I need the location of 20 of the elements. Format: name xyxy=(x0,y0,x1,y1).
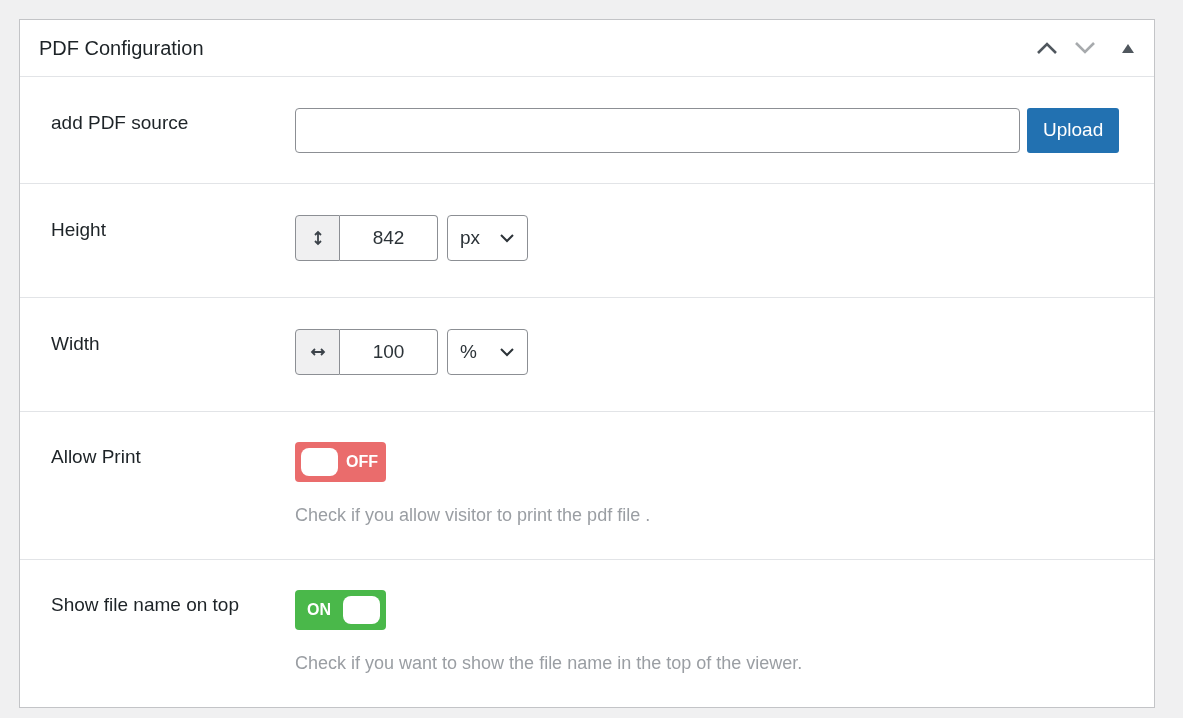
upload-button[interactable]: Upload xyxy=(1027,108,1120,153)
chevron-up-icon[interactable] xyxy=(1036,41,1058,55)
field-label: add PDF source xyxy=(51,112,189,133)
chevron-down-icon xyxy=(499,347,515,357)
field-label: Height xyxy=(51,219,106,240)
unit-dropdown[interactable]: px xyxy=(447,215,528,261)
help-text: Check if you want to show the file name in the top of the viewer. xyxy=(295,652,803,675)
vertical-arrows-icon xyxy=(295,215,340,261)
panel-title: PDF Configuration xyxy=(39,36,204,61)
dimension-field[interactable]: 842 xyxy=(340,215,438,261)
pdf-source-field[interactable] xyxy=(295,108,1020,153)
unit-dropdown[interactable]: % xyxy=(447,329,528,375)
field-label: Width xyxy=(51,333,100,354)
field-label: Allow Print xyxy=(51,446,141,467)
field-label: Show file name on top xyxy=(51,594,239,615)
triangle-up-icon[interactable] xyxy=(1122,43,1134,53)
dimension-field[interactable]: 100 xyxy=(340,329,438,375)
help-text: Check if you allow visitor to print the pdf file . xyxy=(295,504,651,527)
chevron-down-icon xyxy=(499,233,515,243)
horizontal-arrows-icon xyxy=(295,329,340,375)
